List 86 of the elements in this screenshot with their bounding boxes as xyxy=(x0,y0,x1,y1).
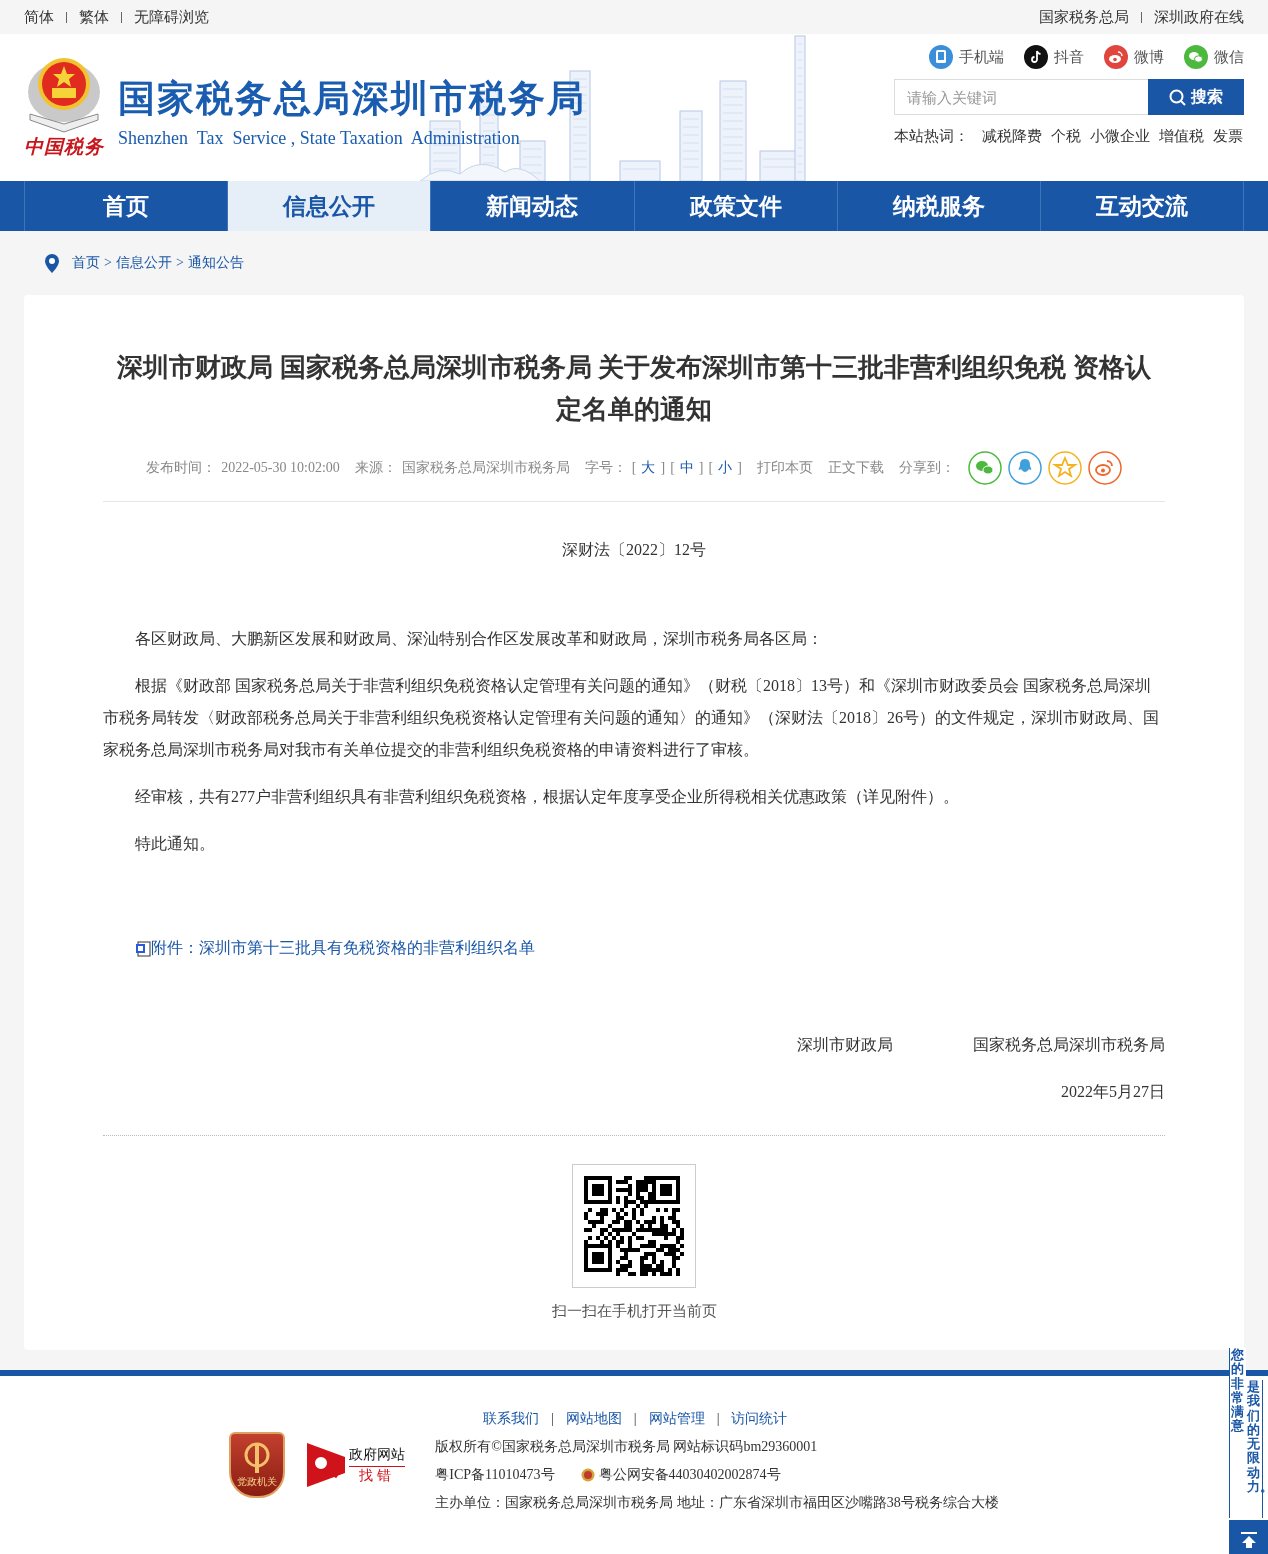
bracket: [ xyxy=(670,460,675,476)
article-title: 深圳市财政局 国家税务总局深圳市税务局 关于发布深圳市第十三批非营利组织免税 资格认定名单的通知 xyxy=(116,352,1152,426)
body-paragraph: 根据《财政部 国家税务总局关于非营利组织免税资格认定管理有关问题的通知》（财税〔2018〕13号）和《深圳市财政委员会 国家税务总局深圳市税务局转发〈财政部税务总局关于非营利组织免税资格认定管理有关问题的通知〉的通知》（深财法〔2018〕26号）的文件规定，深圳市财政局、国家税务总局深圳市税务局对我市有关单位提交的非营利组织免税资格的申请资料进行了审核。 xyxy=(103,676,1160,760)
font-size-link[interactable]: 小 xyxy=(718,459,733,477)
source-label: 来源： xyxy=(354,459,397,477)
icp-record[interactable]: 粤ICP备11010473号 xyxy=(435,1466,555,1484)
nav-tab[interactable]: 纳税服务 xyxy=(837,181,1041,231)
source: 国家税务总局深圳市税务局 xyxy=(401,459,570,477)
bracket: ] xyxy=(660,460,666,476)
back-to-top-button[interactable] xyxy=(1229,1520,1268,1554)
signature: 国家税务总局深圳市税务局 xyxy=(973,1035,1165,1055)
publish-date-label: 发布时间： xyxy=(146,459,217,477)
top-link[interactable]: 简体 xyxy=(24,7,54,27)
gov-site-badge[interactable]: 政府网站 找错 xyxy=(307,1443,406,1487)
document-number: 深财法〔2022〕12号 xyxy=(561,540,707,560)
up-arrow-icon xyxy=(1239,1530,1258,1549)
signature: 深圳市财政局 xyxy=(797,1035,893,1055)
top-link[interactable]: 国家税务总局 xyxy=(1039,7,1129,27)
location-pin-icon xyxy=(44,253,60,273)
nav-tab[interactable]: 政策文件 xyxy=(634,181,838,231)
nav-tab[interactable]: 信息公开 xyxy=(228,181,432,231)
breadcrumb-separator: > xyxy=(175,255,184,271)
document-date: 2022年5月27日 xyxy=(1060,1082,1165,1102)
site-name: 国家税务总局深圳市税务局 xyxy=(118,76,586,122)
link-separator: | xyxy=(716,1410,720,1428)
hot-word-link[interactable]: 增值税 xyxy=(1159,127,1204,146)
link-separator: | xyxy=(551,1410,554,1428)
qq-share-icon[interactable] xyxy=(1007,451,1042,485)
search-field[interactable]: 请输入关键词 xyxy=(894,79,1148,115)
weibo-share-icon[interactable] xyxy=(1087,451,1122,485)
hot-word-link[interactable]: 减税降费 xyxy=(982,127,1042,146)
slogan-text: 您的非常满意 xyxy=(1229,1348,1246,1518)
footer-link[interactable]: 网站管理 xyxy=(648,1410,705,1428)
bracket: ] xyxy=(698,460,704,476)
douyin-icon xyxy=(1024,45,1048,69)
hot-word-link[interactable]: 发票 xyxy=(1213,127,1243,146)
body-paragraph: 经审核，共有277户非营利组织具有非营利组织免税资格，根据认定年度享受企业所得税相关优惠政策（详见附件）。 xyxy=(134,787,960,807)
police-record[interactable]: 粤公网安备44030402002874号 xyxy=(580,1466,781,1484)
site-name-english: Shenzhen Tax Service , State Taxation Administration xyxy=(118,128,521,149)
publish-date: 2022-05-30 10:02:00 xyxy=(221,460,340,476)
attachment-link[interactable]: 附件：深圳市第十三批具有免税资格的非营利组织名单 xyxy=(151,938,535,959)
social-link[interactable]: 抖音 xyxy=(1024,45,1084,69)
bracket: [ xyxy=(708,460,714,476)
hot-word-link[interactable]: 个税 xyxy=(1051,127,1081,146)
nav-tab[interactable]: 新闻动态 xyxy=(431,181,635,231)
qr-caption: 扫一扫在手机打开当前页 xyxy=(551,1302,717,1321)
document-icon xyxy=(135,940,151,957)
top-link[interactable]: 深圳政府在线 xyxy=(1154,7,1244,27)
qzone-share-icon[interactable] xyxy=(1047,451,1082,485)
body-paragraph: 各区财政局、大鹏新区发展和财政局、深汕特别合作区发展改革和财政局，深圳市税务局各区局： xyxy=(134,629,824,649)
hot-word-link[interactable]: 小微企业 xyxy=(1090,127,1150,146)
font-size-link[interactable]: 大 xyxy=(641,459,656,477)
breadcrumb-link[interactable]: 信息公开 xyxy=(115,254,172,272)
top-link[interactable]: 无障碍浏览 xyxy=(134,7,209,27)
party-badge[interactable]: 党政机关 xyxy=(229,1432,286,1498)
emblem-caption: 中国税务 xyxy=(24,135,104,159)
wechat-icon xyxy=(1184,45,1208,69)
wechat-share-icon[interactable] xyxy=(967,451,1002,485)
copyright-text: 版权所有©国家税务总局深圳市税务局 网站标识码bm29360001 xyxy=(435,1438,819,1456)
share-label: 分享到： xyxy=(898,459,955,477)
print-link[interactable]: 打印本页 xyxy=(756,459,813,477)
host-info: 主办单位：国家税务总局深圳市税务局 地址：广东省深圳市福田区沙嘴路38号税务综合大楼 xyxy=(435,1494,999,1512)
breadcrumb-link[interactable]: 首页 xyxy=(72,254,100,272)
top-link[interactable]: 繁体 xyxy=(79,7,109,27)
font-size-link[interactable]: 中 xyxy=(679,459,694,477)
weibo-icon xyxy=(1104,45,1128,69)
mobile-icon xyxy=(929,45,953,69)
bracket: ] xyxy=(737,460,742,476)
bracket: [ xyxy=(631,460,637,476)
download-link[interactable]: 正文下载 xyxy=(827,459,884,477)
search-button[interactable]: 搜索 xyxy=(1148,79,1244,115)
social-link[interactable]: 微信 xyxy=(1184,45,1244,69)
nav-tab[interactable]: 互动交流 xyxy=(1040,181,1245,231)
breadcrumb-separator: > xyxy=(104,255,112,271)
body-paragraph: 特此通知。 xyxy=(134,834,216,854)
link-separator: | xyxy=(633,1410,637,1428)
search-icon xyxy=(1169,88,1186,106)
social-link[interactable]: 微博 xyxy=(1104,45,1164,69)
breadcrumb-link[interactable]: 通知公告 xyxy=(187,254,244,272)
social-link[interactable]: 手机端 xyxy=(929,45,1004,69)
police-badge-icon xyxy=(580,1468,595,1482)
font-size-label: 字号： xyxy=(584,459,627,477)
footer-link[interactable]: 访问统计 xyxy=(731,1410,788,1428)
hot-words-label: 本站热词： xyxy=(894,127,969,146)
footer-link[interactable]: 联系我们 xyxy=(483,1410,540,1428)
footer-link[interactable]: 网站地图 xyxy=(565,1410,622,1428)
